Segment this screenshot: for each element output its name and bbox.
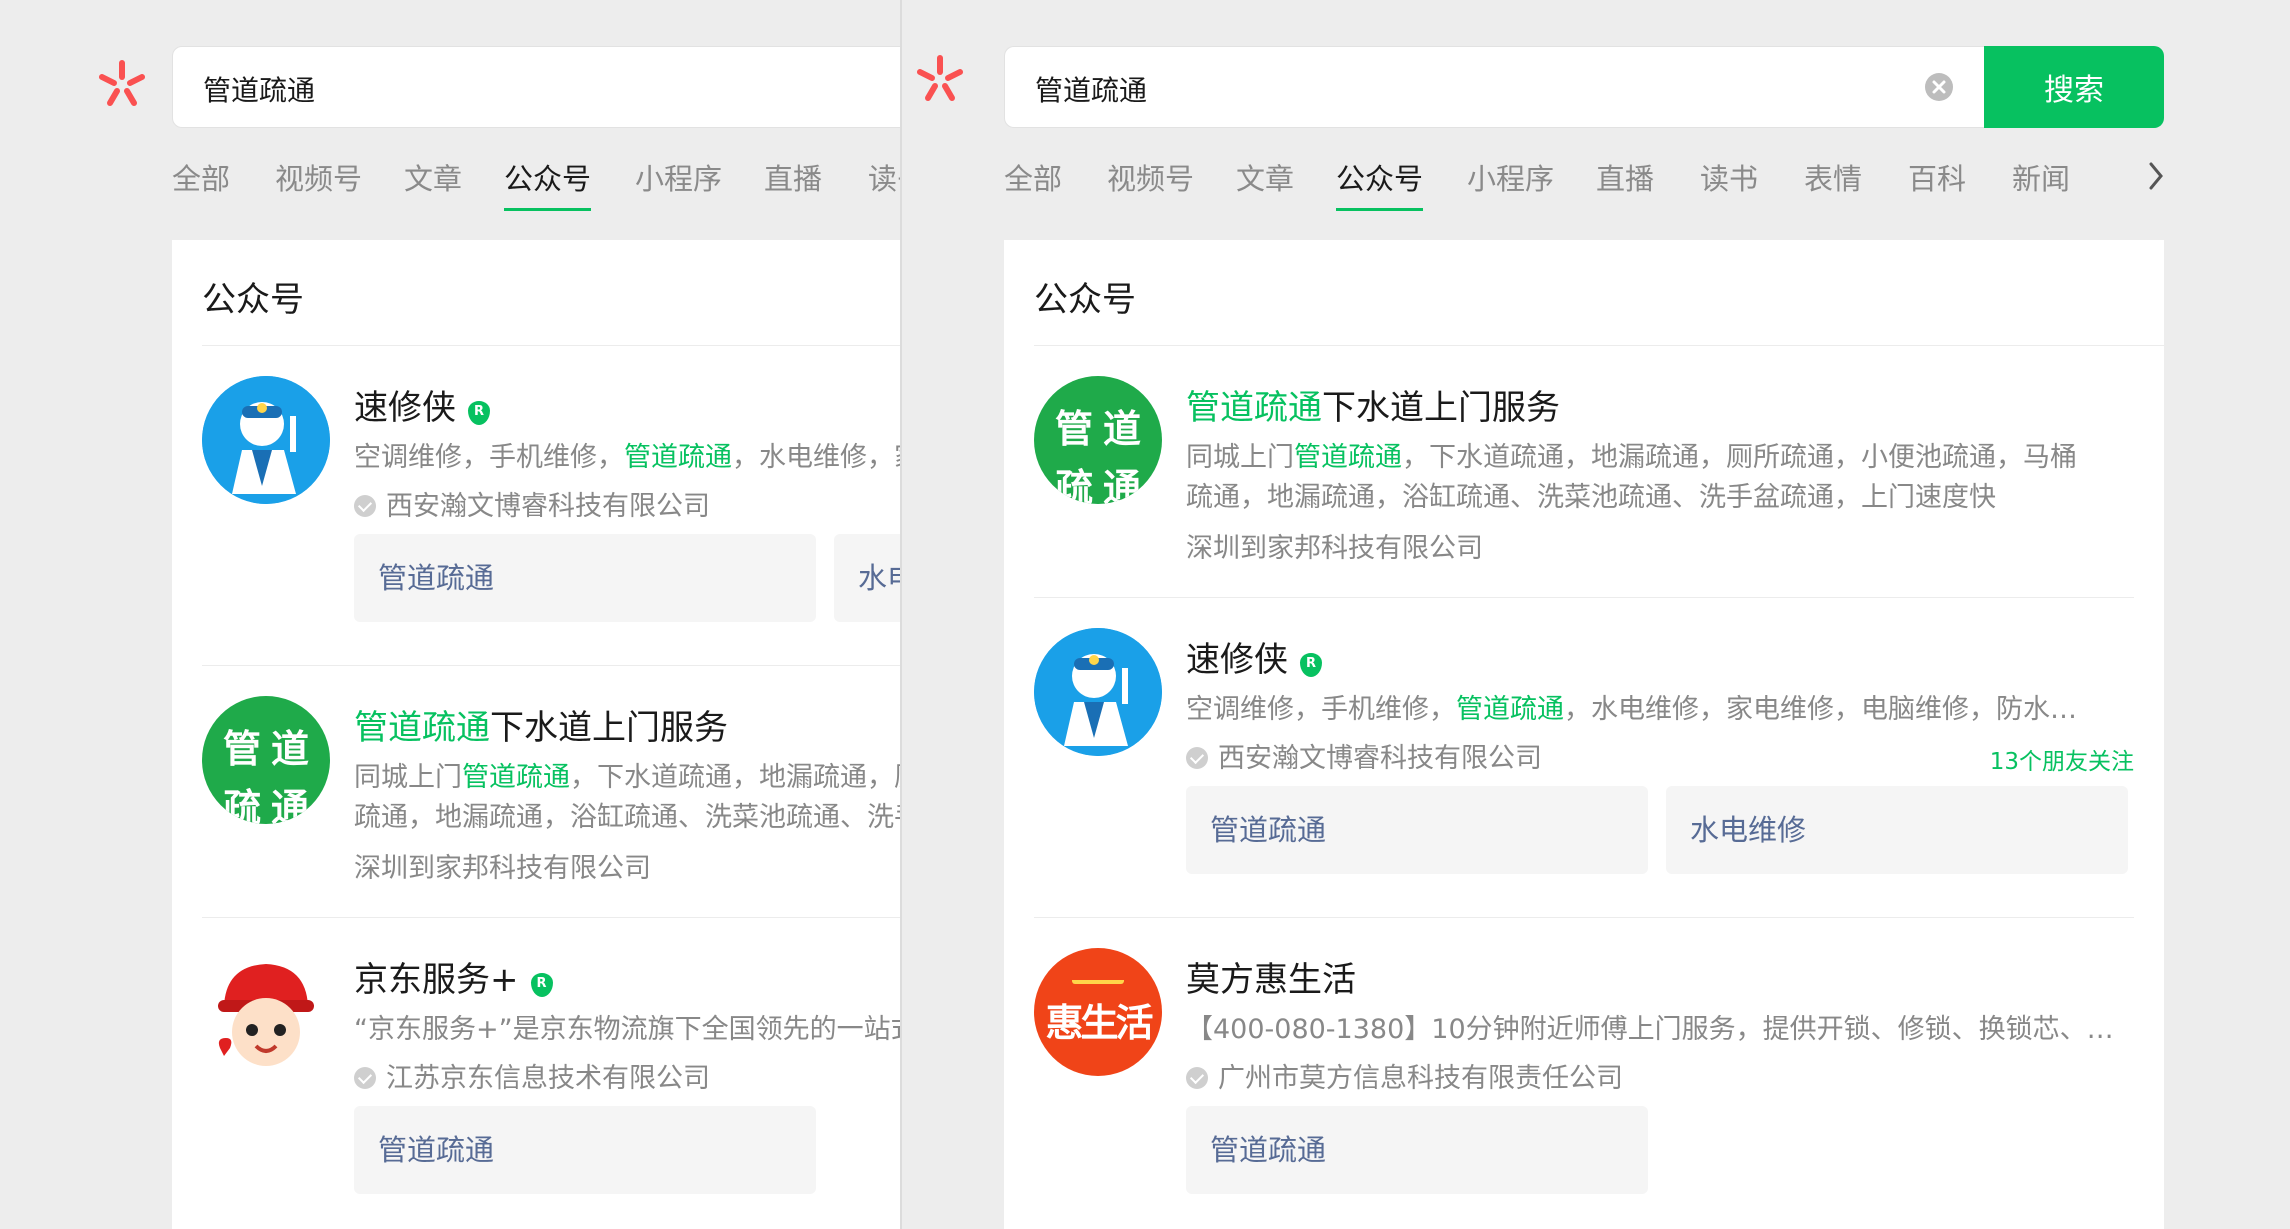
avatar-char: 通 (1102, 466, 1141, 504)
wechat-search-logo-icon (917, 55, 963, 101)
results-card: 公众号 速修侠R 空调维修，手机维修，管道疏通，水电维修，家电维修 西安瀚文博睿… (172, 240, 900, 1229)
keyword-chip[interactable]: 水电维修 (834, 534, 900, 622)
result-title[interactable]: 莫方惠生活 (1186, 952, 1356, 1001)
avatar-jd (202, 948, 330, 1076)
smile-arc-icon (1072, 974, 1124, 984)
active-tab-indicator (1336, 208, 1423, 211)
result-title[interactable]: 管道疏通下水道上门服务 (1186, 380, 1560, 429)
tab-3[interactable]: 公众号 (1336, 156, 1423, 198)
result-desc: 同城上门管道疏通，下水道疏通，地漏疏通，厕所疏通，小便池疏通，马桶 (1186, 442, 2077, 473)
avatar-guandao: 管道 疏通 (202, 696, 330, 824)
tab-1[interactable]: 视频号 (1107, 156, 1194, 198)
result-title[interactable]: 京东服务+ R (354, 952, 553, 1001)
result-desc: 同城上门管道疏通，下水道疏通，地漏疏通，厕所疏通 (354, 762, 900, 793)
left-panel: 管道疏通 全部视频号文章公众号小程序直播读书表 公众号 速修侠R 空调维修，手机… (0, 0, 900, 1229)
search-button[interactable]: 搜索 (1984, 46, 2164, 128)
avatar-mofang: 惠生活 (1034, 948, 1162, 1076)
verified-check-icon (354, 1067, 376, 1089)
avatar-logo-text: 惠生活 (1045, 1001, 1153, 1045)
tab-7[interactable]: 表情 (1804, 156, 1862, 198)
tab-6[interactable]: 读书 (868, 156, 900, 198)
tab-2[interactable]: 文章 (1236, 156, 1294, 198)
tab-5[interactable]: 直播 (1596, 156, 1654, 198)
result-item-suxiuxia[interactable]: 速修侠R 空调维修，手机维修，管道疏通，水电维修，家电维修 西安瀚文博睿科技有限… (172, 346, 900, 666)
tab-4[interactable]: 小程序 (635, 156, 722, 198)
result-desc: 空调维修，手机维修，管道疏通，水电维修，家电维修，电脑维修，防水… (1186, 694, 2077, 725)
keyword-chip[interactable]: 管道疏通 (1186, 1106, 1648, 1194)
search-query: 管道疏通 (1035, 74, 1148, 107)
tab-0[interactable]: 全部 (1004, 156, 1062, 198)
avatar-char: 疏 (222, 786, 261, 824)
search-input[interactable]: 管道疏通 (172, 46, 900, 128)
wechat-search-logo-icon (99, 60, 145, 106)
result-item-guandao[interactable]: 管道 疏通 管道疏通下水道上门服务 同城上门管道疏通，下水道疏通，地漏疏通，厕所… (172, 666, 900, 918)
result-company: 西安瀚文博睿科技有限公司 (354, 484, 710, 523)
avatar-char: 管 (1054, 407, 1093, 451)
repairman-avatar-icon (1034, 628, 1162, 756)
results-card: 公众号 管道 疏通 管道疏通下水道上门服务 同城上门管道疏通，下水道疏通，地漏疏… (1004, 240, 2164, 1229)
keyword-chip[interactable]: 管道疏通 (354, 1106, 816, 1194)
result-title[interactable]: 速修侠 R (1186, 632, 1322, 681)
result-title[interactable]: 管道疏通下水道上门服务 (354, 700, 728, 749)
active-tab-indicator (504, 208, 591, 211)
avatar-char: 道 (1102, 407, 1141, 451)
repairman-avatar-icon (202, 376, 330, 504)
result-desc: “京东服务+”是京东物流旗下全国领先的一站式服务平台 (354, 1014, 900, 1045)
result-company: 西安瀚文博睿科技有限公司 (1186, 736, 1542, 775)
keyword-chip[interactable]: 管道疏通 (1186, 786, 1648, 874)
result-company: 深圳到家邦科技有限公司 (354, 853, 651, 884)
tab-6[interactable]: 读书 (1700, 156, 1758, 198)
tab-1[interactable]: 视频号 (275, 156, 362, 198)
avatar-char: 疏 (1054, 466, 1093, 504)
result-company: 深圳到家邦科技有限公司 (1186, 533, 1483, 564)
tab-4[interactable]: 小程序 (1467, 156, 1554, 198)
avatar-char: 管 (222, 727, 261, 771)
tab-9[interactable]: 新闻 (2012, 156, 2070, 198)
verified-check-icon (1186, 1067, 1208, 1089)
jd-mascot-icon (218, 964, 314, 1066)
keyword-chip[interactable]: 管道疏通 (354, 534, 816, 622)
result-item-suxiuxia[interactable]: 速修侠 R 空调维修，手机维修，管道疏通，水电维修，家电维修，电脑维修，防水… 西… (1004, 598, 2164, 918)
verified-badge-icon: R (1300, 653, 1322, 677)
result-item-mofang[interactable]: 惠生活 莫方惠生活 【400-080-1380】10分钟附近师傅上门服务，提供开… (1004, 918, 2164, 1229)
avatar-char: 通 (270, 786, 309, 824)
card-title: 公众号 (1034, 280, 1136, 320)
avatar-suxiuxia (1034, 628, 1162, 756)
friends-following-count[interactable]: 13个朋友关注 (1990, 742, 2134, 776)
result-desc-line2: 疏通，地漏疏通，浴缸疏通、洗菜池疏通、洗手盆疏通，上门速度快 (1186, 482, 1996, 513)
verified-badge-icon: R (468, 401, 490, 425)
verified-check-icon (1186, 747, 1208, 769)
card-title: 公众号 (202, 280, 304, 320)
result-item-guandao[interactable]: 管道 疏通 管道疏通下水道上门服务 同城上门管道疏通，下水道疏通，地漏疏通，厕所… (1004, 346, 2164, 598)
keyword-chip[interactable]: 水电维修 (1666, 786, 2128, 874)
avatar-suxiuxia (202, 376, 330, 504)
tab-3[interactable]: 公众号 (504, 156, 591, 198)
avatar-char: 道 (270, 727, 309, 771)
chevron-right-icon[interactable] (2146, 156, 2166, 196)
verified-check-icon (354, 495, 376, 517)
result-item-jd[interactable]: 京东服务+R “京东服务+”是京东物流旗下全国领先的一站式服务平台 江苏京东信息… (172, 918, 900, 1229)
tab-8[interactable]: 百科 (1908, 156, 1966, 198)
result-desc: 【400-080-1380】10分钟附近师傅上门服务，提供开锁、修锁、换锁芯、… (1186, 1014, 2114, 1045)
verified-badge-icon: R (530, 973, 553, 997)
tab-0[interactable]: 全部 (172, 156, 230, 198)
tab-5[interactable]: 直播 (764, 156, 822, 198)
search-input[interactable]: 管道疏通 (1004, 46, 1984, 128)
result-title[interactable]: 速修侠 R (354, 380, 490, 429)
result-company: 江苏京东信息技术有限公司 (354, 1056, 710, 1095)
search-query: 管道疏通 (203, 74, 316, 107)
clear-search-icon[interactable] (1924, 72, 1954, 102)
result-desc: 空调维修，手机维修，管道疏通，水电维修，家电维修 (354, 442, 900, 473)
right-panel: 管道疏通 搜索 全部 视频号 文章 公众号 小程序 直播 读书 表情 百科 新闻 公众号 管道 疏… (902, 0, 2290, 1229)
avatar-guandao: 管道 疏通 (1034, 376, 1162, 504)
result-company: 广州市莫方信息科技有限责任公司 (1186, 1056, 1623, 1095)
result-desc-line2: 疏通，地漏疏通，浴缸疏通、洗菜池疏通、洗手盆疏通 (354, 802, 900, 833)
tab-2[interactable]: 文章 (404, 156, 462, 198)
